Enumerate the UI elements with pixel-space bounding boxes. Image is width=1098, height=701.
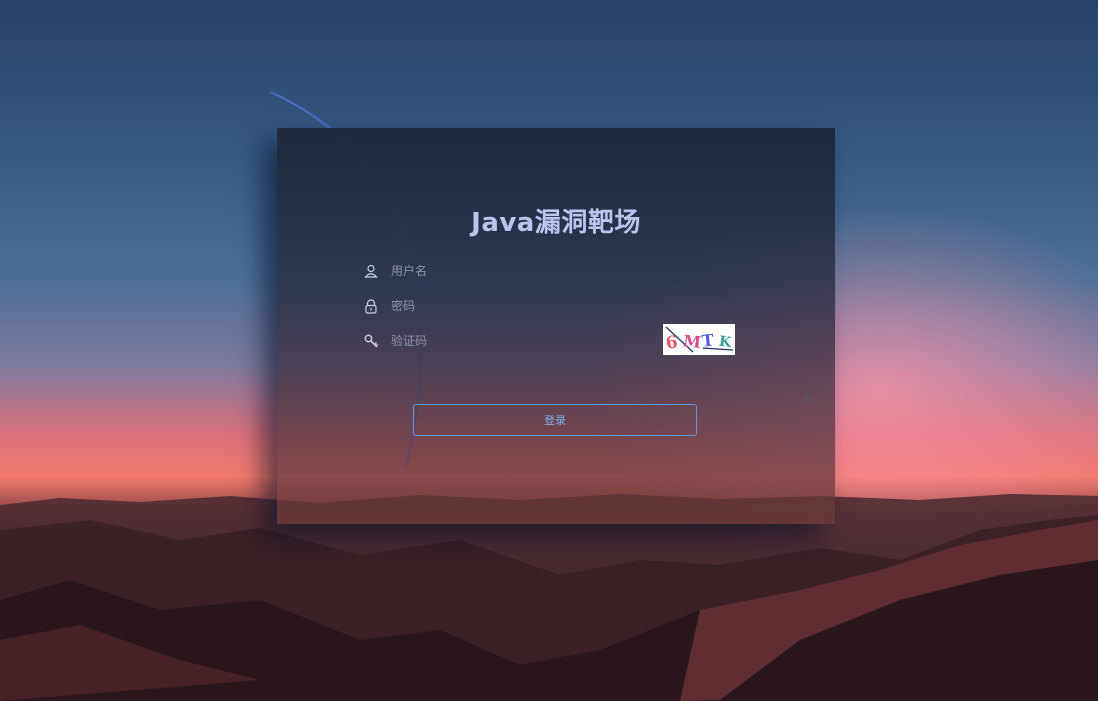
login-button[interactable]: 登录 <box>413 404 697 436</box>
captcha-row <box>363 329 631 353</box>
svg-text:T: T <box>701 330 715 350</box>
key-icon <box>363 333 379 349</box>
svg-text:6: 6 <box>665 332 680 353</box>
password-row <box>363 294 651 318</box>
username-input[interactable] <box>391 264 651 278</box>
user-icon <box>363 263 379 279</box>
username-row <box>363 259 651 283</box>
captcha-input[interactable] <box>391 334 631 348</box>
svg-text:K: K <box>718 334 733 352</box>
page-title: Java漏洞靶场 <box>471 208 641 238</box>
lock-icon <box>363 298 379 314</box>
password-input[interactable] <box>391 299 651 313</box>
captcha-image[interactable]: 6 M T K <box>663 324 735 355</box>
svg-text:M: M <box>682 331 702 352</box>
login-panel: Java漏洞靶场 用户名 验证码 6 M T K 登录 <box>277 128 835 524</box>
